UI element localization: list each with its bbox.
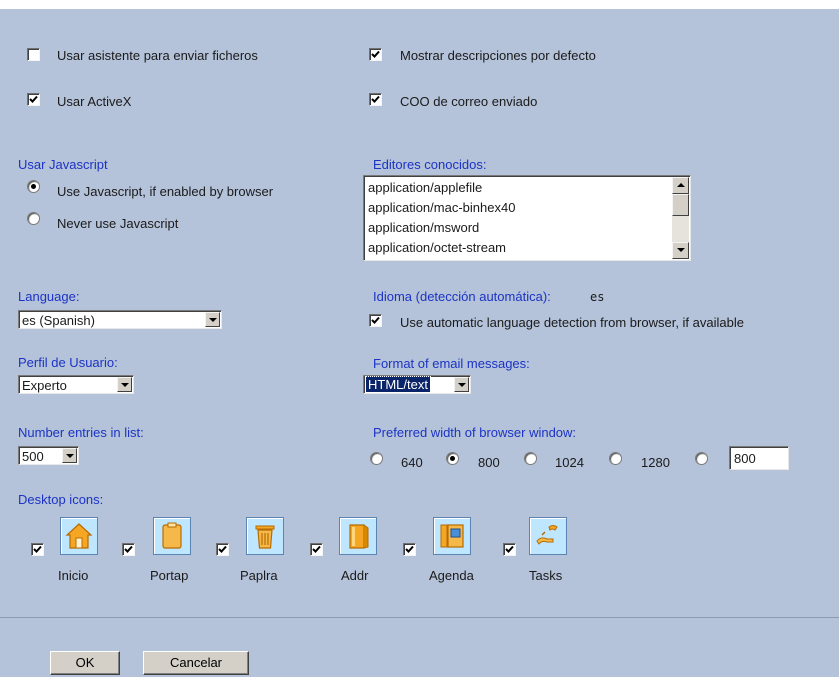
entries-select[interactable]: 500 [18,446,79,465]
desktop-portap-checkbox[interactable] [122,543,135,556]
wizard-label: Usar asistente para enviar ficheros [57,48,258,63]
entries-value: 500 [22,449,44,464]
email-format-heading: Format of email messages: [373,356,530,371]
descriptions-label: Mostrar descripciones por defecto [400,48,596,63]
desktop-icons-heading: Desktop icons: [18,492,104,507]
desktop-tasks-label: Tasks [529,568,563,583]
check-icon [371,50,380,58]
coo-label: COO de correo enviado [400,94,538,109]
email-format-value: HTML/text [365,376,431,393]
width-1024-label: 1024 [555,455,584,470]
coo-checkbox[interactable] [369,93,382,106]
editors-scrollbar[interactable] [672,177,689,259]
desktop-addr-checkbox[interactable] [310,543,323,556]
tasks-icon[interactable] [529,517,567,555]
idioma-value: es [590,290,605,304]
address-book-icon[interactable] [339,517,377,555]
language-heading: Language: [18,289,80,304]
scroll-up-icon[interactable] [672,177,689,194]
width-custom-input[interactable]: 800 [729,446,789,470]
desktop-paplra-label: Paplra [240,568,278,583]
check-icon [312,545,321,553]
editors-heading: Editores conocidos: [373,157,487,172]
javascript-never-radio[interactable] [27,212,40,225]
profile-heading: Perfil de Usuario: [18,355,118,370]
auto-language-checkbox[interactable] [369,314,382,327]
list-item[interactable]: application/applefile [368,180,482,195]
top-bar [0,0,839,9]
width-1280-radio[interactable] [609,452,622,465]
chevron-down-icon[interactable] [62,448,77,463]
editors-listbox[interactable]: application/applefile application/mac-bi… [363,175,691,261]
desktop-portap-label: Portap [150,568,189,583]
language-value: es (Spanish) [22,313,95,328]
width-1280-label: 1280 [641,455,670,470]
home-icon[interactable] [60,517,98,555]
desktop-inicio-checkbox[interactable] [31,543,44,556]
desktop-agenda-checkbox[interactable] [403,543,416,556]
desktop-tasks-checkbox[interactable] [503,543,516,556]
ok-button[interactable]: OK [50,651,120,675]
chevron-down-icon[interactable] [117,377,132,392]
list-item[interactable]: application/mac-binhex40 [368,200,515,215]
activex-checkbox[interactable] [27,93,40,106]
check-icon [371,316,380,324]
scroll-down-icon[interactable] [672,242,689,259]
width-custom-radio[interactable] [695,452,708,465]
check-icon [29,95,38,103]
list-item[interactable]: application/octet-stream [368,240,506,255]
chevron-down-icon[interactable] [454,377,469,392]
scroll-thumb[interactable] [672,194,689,216]
javascript-heading: Usar Javascript [18,157,108,172]
width-640-radio[interactable] [370,452,383,465]
chevron-down-icon[interactable] [205,312,220,327]
check-icon [505,545,514,553]
wizard-checkbox[interactable] [27,48,40,61]
check-icon [371,95,380,103]
check-icon [405,545,414,553]
email-format-select[interactable]: HTML/text [363,375,471,394]
desktop-addr-label: Addr [341,568,369,583]
entries-heading: Number entries in list: [18,425,144,440]
list-item[interactable]: application/msword [368,220,479,235]
desktop-agenda-label: Agenda [429,568,474,583]
width-800-radio[interactable] [446,452,459,465]
width-800-label: 800 [478,455,500,470]
check-icon [33,545,42,553]
descriptions-checkbox[interactable] [369,48,382,61]
javascript-never-label: Never use Javascript [57,216,179,231]
check-icon [218,545,227,553]
check-icon [124,545,133,553]
separator [0,617,839,618]
auto-language-label: Use automatic language detection from br… [400,315,744,330]
browser-width-heading: Preferred width of browser window: [373,425,577,440]
activex-label: Usar ActiveX [57,94,132,109]
profile-value: Experto [22,378,67,393]
profile-select[interactable]: Experto [18,375,134,394]
width-custom-value: 800 [734,451,756,466]
width-1024-radio[interactable] [524,452,537,465]
desktop-inicio-label: Inicio [58,568,89,583]
idioma-heading: Idioma (detección automática): [373,289,551,304]
clipboard-icon[interactable] [153,517,191,555]
width-640-label: 640 [401,455,423,470]
javascript-enabled-label: Use Javascript, if enabled by browser [57,184,274,199]
trash-icon[interactable] [246,517,284,555]
javascript-enabled-radio[interactable] [27,180,40,193]
desktop-paplra-checkbox[interactable] [216,543,229,556]
cancel-button[interactable]: Cancelar [143,651,249,675]
agenda-icon[interactable] [433,517,471,555]
language-select[interactable]: es (Spanish) [18,310,222,329]
